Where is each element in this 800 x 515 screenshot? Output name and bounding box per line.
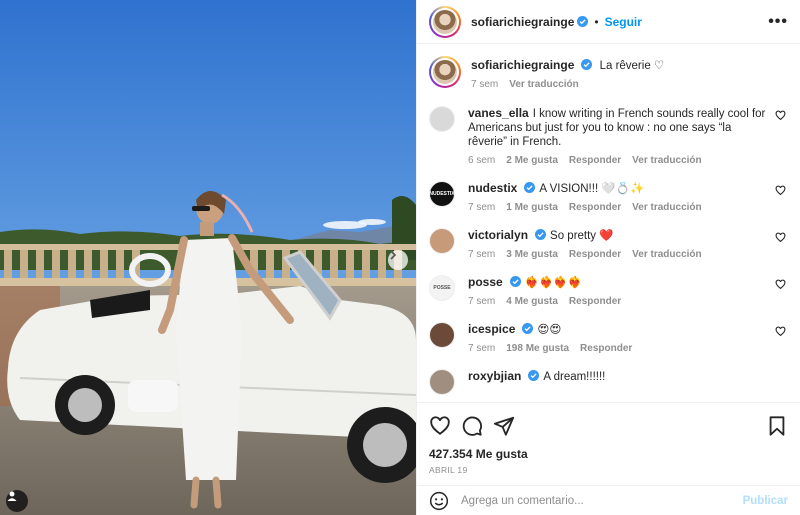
comment-item: victorialyn So pretty ❤️ 7 sem 3 Me gusta Re…	[429, 228, 788, 262]
comment-item: icespice 😍😍 7 sem 198 Me gusta Responder	[429, 322, 788, 356]
post-date: ABRIL 19	[429, 465, 468, 475]
post-header: sofiarichiegrainge • Seguir •••	[417, 0, 800, 44]
verified-badge-icon	[535, 229, 547, 240]
verified-badge-icon	[509, 276, 521, 287]
comment-username[interactable]: nudestix	[468, 181, 517, 195]
post-photo[interactable]	[0, 0, 416, 515]
verified-badge-icon	[522, 323, 534, 334]
comment-username[interactable]: roxybjian	[468, 369, 521, 383]
comment-time: 7 sem	[468, 296, 496, 307]
post-panel: sofiarichiegrainge • Seguir ••• sofiaric…	[416, 0, 800, 515]
chevron-right-icon	[390, 250, 397, 260]
comment-avatar[interactable]	[429, 369, 455, 395]
comment-item: roxybjian A dream!!!!!!	[429, 369, 788, 395]
comment-likes[interactable]: 3 Me gusta	[506, 248, 558, 262]
verified-badge-icon	[528, 370, 540, 381]
comment-text: 😍😍	[537, 324, 562, 336]
author-avatar[interactable]	[429, 5, 461, 38]
comment-time: 6 sem	[468, 155, 496, 166]
author-username[interactable]: sofiarichiegrainge	[471, 15, 574, 29]
comment-input[interactable]	[461, 494, 743, 507]
reply-button[interactable]: Responder	[569, 295, 621, 309]
comment-text: ❤️‍🔥❤️‍🔥❤️‍🔥❤️‍🔥	[524, 277, 582, 289]
caption-avatar[interactable]	[429, 56, 461, 88]
reply-button[interactable]: Responder	[569, 154, 621, 168]
comment-avatar[interactable]	[429, 106, 455, 132]
bookmark-icon[interactable]	[766, 415, 788, 437]
comment-text: So pretty ❤️	[550, 230, 614, 242]
add-comment-bar: Publicar	[417, 485, 800, 515]
comment-text: A VISION!!! 🤍💍✨	[539, 183, 645, 195]
comment-time: 7 sem	[468, 202, 496, 213]
user-tag-icon	[7, 491, 17, 501]
reply-button[interactable]: Responder	[569, 248, 621, 262]
comment-text: A dream!!!!!!	[543, 371, 606, 383]
follow-button[interactable]: Seguir	[605, 15, 642, 29]
publish-button[interactable]: Publicar	[743, 495, 788, 507]
comment-time: 7 sem	[468, 343, 496, 354]
translate-button[interactable]: Ver traducción	[632, 154, 701, 168]
tagged-users-button[interactable]	[6, 490, 28, 512]
verified-badge-icon	[581, 59, 593, 70]
emoji-icon[interactable]	[429, 491, 449, 511]
comment-like-icon[interactable]	[775, 279, 786, 290]
comment-likes[interactable]: 198 Me gusta	[506, 342, 569, 356]
avatar-logo-text: NUDESTIX	[429, 191, 455, 197]
comment-likes[interactable]: 2 Me gusta	[506, 154, 558, 168]
comment-time: 7 sem	[468, 249, 496, 260]
comment-avatar[interactable]	[429, 322, 455, 348]
caption-username[interactable]: sofiarichiegrainge	[471, 58, 574, 72]
translate-button[interactable]: Ver traducción	[632, 248, 701, 262]
comment-username[interactable]: vanes_ella	[468, 106, 529, 120]
comment-avatar[interactable]: POSSE	[429, 275, 455, 301]
comment-avatar[interactable]	[429, 228, 455, 254]
comment-like-icon[interactable]	[775, 326, 786, 337]
translate-button[interactable]: Ver traducción	[632, 201, 701, 215]
comment-likes[interactable]: 4 Me gusta	[506, 295, 558, 309]
comment-item: vanes_ella I know writing in French sound…	[429, 106, 788, 168]
caption-translate[interactable]: Ver traducción	[509, 78, 578, 92]
reply-button[interactable]: Responder	[580, 342, 632, 356]
comment-like-icon[interactable]	[775, 185, 786, 196]
verified-badge-icon	[577, 16, 589, 27]
comment-avatar[interactable]: NUDESTIX	[429, 181, 455, 207]
likes-count[interactable]: 427.354 Me gusta	[429, 447, 788, 461]
comment-likes[interactable]: 1 Me gusta	[506, 201, 558, 215]
post-view: sofiarichiegrainge • Seguir ••• sofiaric…	[0, 0, 800, 515]
comments-list[interactable]: sofiarichiegrainge La rêverie ♡ 7 sem Ve…	[417, 44, 800, 402]
comment-item: POSSE posse ❤️‍🔥❤️‍🔥❤️‍🔥❤️‍🔥 7 sem 4 Me gust…	[429, 275, 788, 309]
comment-username[interactable]: victorialyn	[468, 228, 528, 242]
caption-text: La rêverie ♡	[599, 60, 665, 72]
comment-icon[interactable]	[461, 415, 483, 437]
comment-username[interactable]: icespice	[468, 322, 515, 336]
more-options-icon[interactable]: •••	[768, 13, 788, 31]
reply-button[interactable]: Responder	[569, 201, 621, 215]
share-icon[interactable]	[493, 415, 515, 437]
heart-icon[interactable]	[429, 415, 451, 437]
comment-item: NUDESTIX nudestix A VISION!!! 🤍💍✨ 7 sem 1 Me…	[429, 181, 788, 215]
caption: sofiarichiegrainge La rêverie ♡ 7 sem Ve…	[429, 56, 788, 92]
photo-illustration	[0, 0, 416, 515]
comment-like-icon[interactable]	[775, 110, 786, 121]
verified-badge-icon	[524, 182, 536, 193]
comment-like-icon[interactable]	[775, 232, 786, 243]
avatar-logo-text: POSSE	[433, 285, 451, 291]
caption-time: 7 sem	[471, 79, 499, 90]
comment-username[interactable]: posse	[468, 275, 503, 289]
separator-dot: •	[594, 14, 599, 29]
next-photo-button[interactable]	[388, 250, 408, 270]
